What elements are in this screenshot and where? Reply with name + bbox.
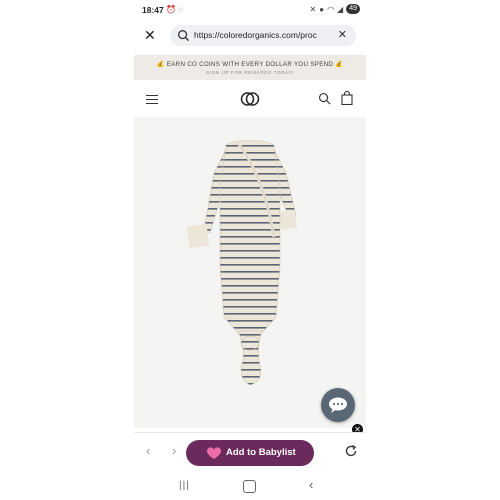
home-icon[interactable] <box>243 480 256 493</box>
recents-icon[interactable]: ||| <box>179 480 190 491</box>
heart-icon <box>207 447 221 459</box>
search-icon[interactable] <box>318 92 331 105</box>
signal-icon: ◢ <box>337 4 344 14</box>
back-icon[interactable]: ‹ <box>309 477 313 492</box>
notification-icons: ⏰ ◌ <box>166 5 183 14</box>
battery-icon: 49 <box>346 4 360 14</box>
search-icon <box>178 30 190 42</box>
colored-organics-logo[interactable] <box>240 91 260 107</box>
system-icons: ✕ ● ◠ ◢ 49 <box>310 4 360 14</box>
reload-icon[interactable] <box>344 444 358 458</box>
product-image[interactable] <box>134 117 366 428</box>
add-to-babylist-button[interactable]: Add to Babylist <box>186 440 314 466</box>
location-icon: ● <box>319 4 325 14</box>
whatsapp-icon: ◌ <box>178 5 183 14</box>
status-time: 18:47 <box>142 5 164 15</box>
chat-icon <box>329 397 347 413</box>
site-header <box>134 86 366 112</box>
chat-button[interactable] <box>321 388 355 422</box>
back-arrow-icon[interactable]: ‹ <box>146 443 150 458</box>
promo-banner[interactable]: 💰 EARN CO COINS WITH EVERY DOLLAR YOU SP… <box>134 55 366 80</box>
browser-bottom-bar: ‹ › Add to Babylist <box>134 432 366 473</box>
status-bar: 18:47 ⏰ ◌ ✕ ● ◠ ◢ 49 <box>134 0 366 20</box>
menu-icon[interactable] <box>146 95 158 104</box>
promo-subline: SIGN UP FOR REWARDS TODAY! <box>206 70 294 75</box>
browser-url-row: ✕ https://coloredorganics.com/proc ✕ <box>134 22 366 50</box>
phone-screen: 18:47 ⏰ ◌ ✕ ● ◠ ◢ 49 ✕ https://coloredor… <box>134 0 366 500</box>
clear-url-icon[interactable]: ✕ <box>338 28 347 41</box>
shopping-bag-icon[interactable] <box>341 91 353 105</box>
alarm-icon: ⏰ <box>166 5 176 14</box>
forward-arrow-icon[interactable]: › <box>172 443 176 458</box>
url-text[interactable]: https://coloredorganics.com/proc <box>194 30 322 40</box>
promo-headline: 💰 EARN CO COINS WITH EVERY DOLLAR YOU SP… <box>156 61 344 68</box>
wifi-icon: ◠ <box>327 4 335 14</box>
mute-icon: ✕ <box>309 4 317 14</box>
close-tab-icon[interactable]: ✕ <box>144 28 156 42</box>
url-bar[interactable]: https://coloredorganics.com/proc ✕ <box>170 25 356 46</box>
babylist-label: Add to Babylist <box>226 447 296 458</box>
android-navigation-bar: ||| ‹ <box>134 474 366 500</box>
product-gallery[interactable]: ✕ <box>134 117 366 435</box>
